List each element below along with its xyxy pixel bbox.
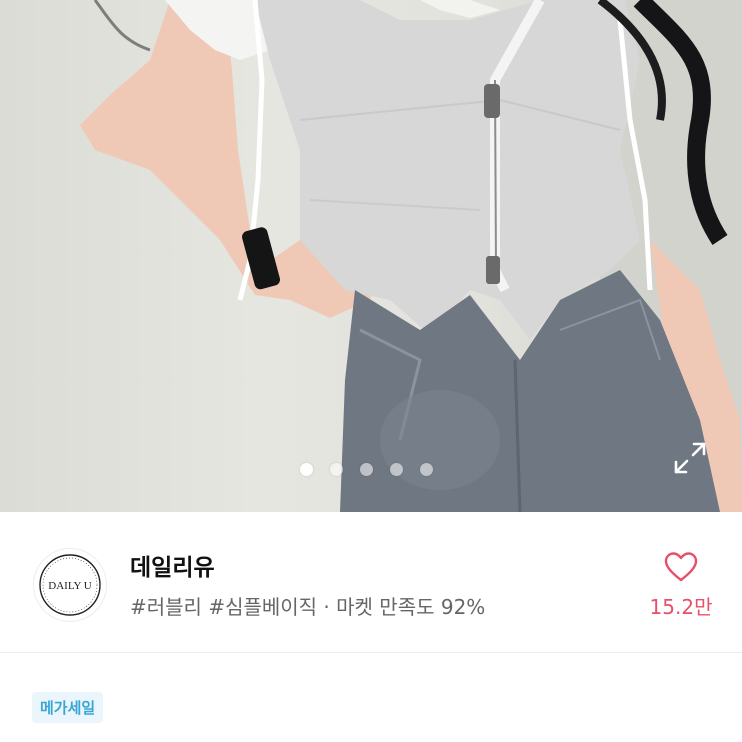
shop-logo[interactable]: DAILY U: [34, 549, 106, 621]
like-count: 15.2만: [649, 595, 713, 619]
shop-info-row[interactable]: [0, 512, 742, 652]
shop-tags: #러블리 #심플베이직 · 마켓 만족도 92%: [130, 595, 486, 619]
expand-button[interactable]: [672, 440, 708, 476]
heart-outline-icon: [664, 552, 698, 582]
pagination-dot[interactable]: [330, 463, 343, 476]
product-photo: [80, 0, 742, 512]
section-divider: [0, 652, 742, 653]
shop-logo-text: DAILY U: [48, 580, 91, 592]
mega-sale-badge: 메가세일: [32, 692, 104, 723]
pagination-dot[interactable]: [360, 463, 373, 476]
expand-icon: [674, 442, 706, 474]
pagination-dot[interactable]: [390, 463, 403, 476]
shop-name[interactable]: 데일리유: [130, 548, 215, 582]
like-button[interactable]: 15.2만: [646, 550, 716, 620]
pagination-dot[interactable]: [420, 463, 433, 476]
product-image-gallery[interactable]: [0, 0, 742, 512]
pagination-dot[interactable]: [300, 463, 313, 476]
gallery-pagination: [300, 463, 433, 476]
